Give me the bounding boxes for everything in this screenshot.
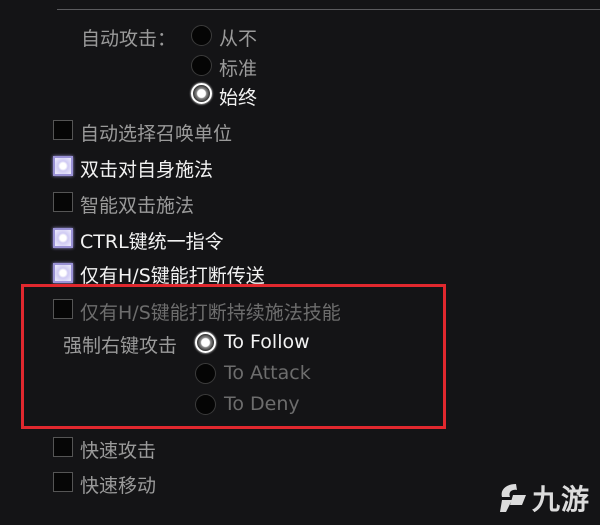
force-right-click-radio-deny[interactable] xyxy=(195,394,216,415)
hs-interrupt-tp-checkbox[interactable] xyxy=(53,263,73,283)
quick-attack-label: 快速攻击 xyxy=(80,440,157,462)
auto-attack-radio-normal[interactable] xyxy=(191,55,212,76)
auto-attack-option-always[interactable]: 始终 xyxy=(219,83,257,110)
hs-interrupt-channel-checkbox[interactable] xyxy=(53,299,73,319)
auto-select-summons-label: 自动选择召唤单位 xyxy=(80,123,233,145)
auto-select-summons-checkbox[interactable] xyxy=(53,120,73,140)
double-tap-self-cast-label: 双击对自身施法 xyxy=(80,159,214,181)
quick-move-checkbox[interactable] xyxy=(53,472,73,492)
auto-attack-radio-never[interactable] xyxy=(191,25,212,46)
section-divider xyxy=(57,9,600,10)
auto-attack-option-never[interactable]: 从不 xyxy=(219,24,257,51)
force-right-click-option-follow[interactable]: To Follow xyxy=(224,331,310,353)
quick-move-label: 快速移动 xyxy=(80,475,157,497)
quick-attack-checkbox[interactable] xyxy=(53,437,73,457)
jiuyou-logo-icon xyxy=(499,484,526,512)
ctrl-unified-orders-checkbox[interactable] xyxy=(53,228,73,248)
smart-double-tap-checkbox[interactable] xyxy=(53,192,73,212)
force-right-click-radio-attack[interactable] xyxy=(195,363,216,384)
watermark: 九游 xyxy=(496,478,590,518)
smart-double-tap-label: 智能双击施法 xyxy=(80,195,195,217)
force-right-click-option-deny[interactable]: To Deny xyxy=(224,393,300,415)
auto-attack-option-normal[interactable]: 标准 xyxy=(219,54,257,81)
force-right-click-radio-follow[interactable] xyxy=(195,332,216,353)
hs-interrupt-channel-label: 仅有H/S键能打断持续施法技能 xyxy=(80,302,341,324)
force-right-click-label: 强制右键攻击 xyxy=(63,335,178,357)
auto-attack-radio-always[interactable] xyxy=(191,83,212,104)
double-tap-self-cast-checkbox[interactable] xyxy=(53,156,73,176)
ctrl-unified-orders-label: CTRL键统一指令 xyxy=(80,231,224,253)
force-right-click-option-attack[interactable]: To Attack xyxy=(224,362,311,384)
auto-attack-label: 自动攻击： xyxy=(81,28,177,50)
watermark-text: 九游 xyxy=(531,483,590,516)
